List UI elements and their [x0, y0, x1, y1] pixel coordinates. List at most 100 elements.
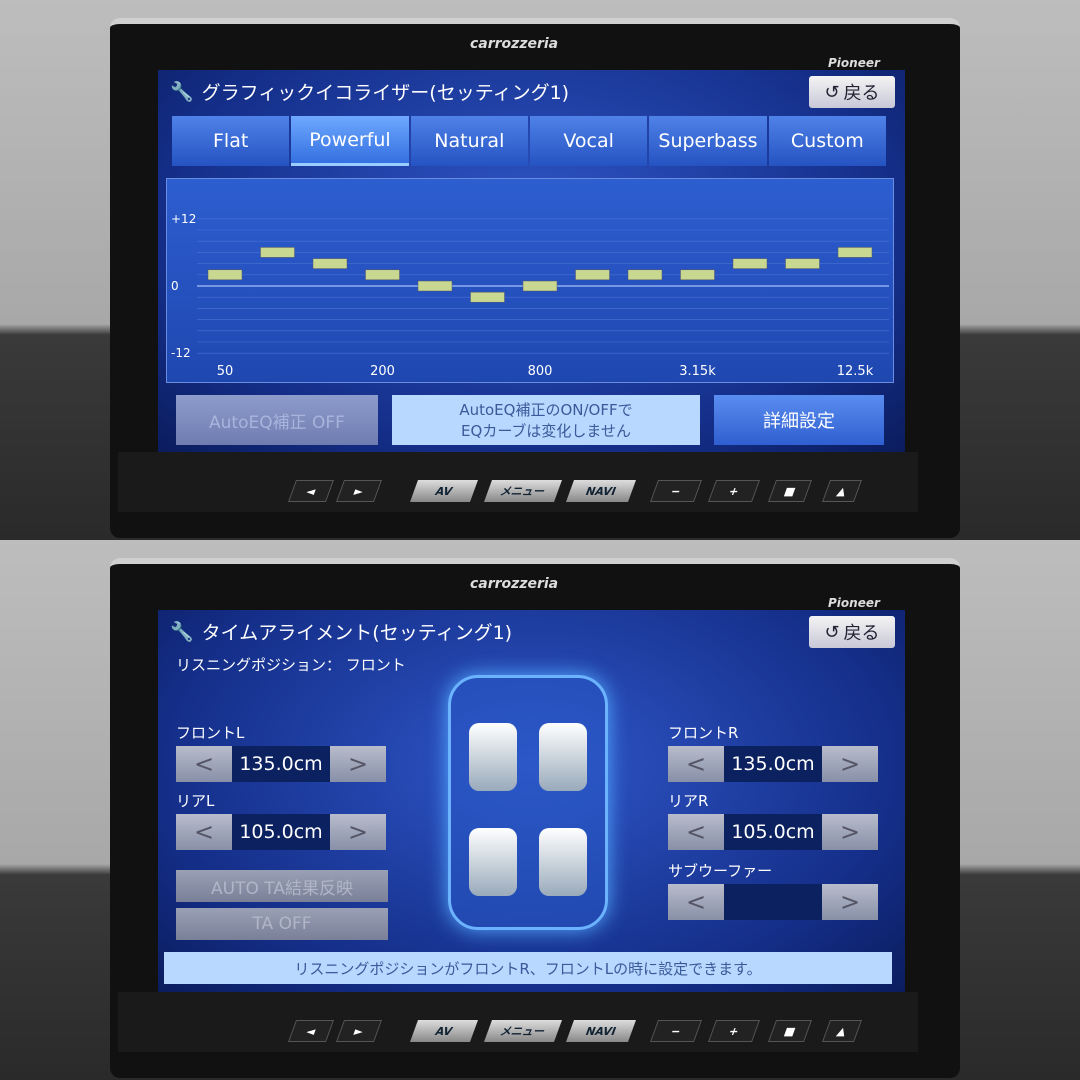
rear-r-label: リアR — [668, 792, 709, 810]
ta-screen: 🔧 タイムアライメント(セッティング1) ↺ 戻る リスニングポジション： フロント… — [158, 610, 905, 995]
value: 105.0cm — [724, 814, 822, 850]
navi-button[interactable]: NAVI — [565, 480, 637, 502]
tab-powerful[interactable]: Powerful — [291, 116, 409, 166]
prev-button[interactable]: ◄ — [287, 1020, 335, 1042]
y-tick-label: -12 — [171, 346, 191, 360]
maker-logo: Pioneer — [828, 56, 880, 70]
x-tick-label: 3.15k — [679, 364, 716, 379]
seat-rear-right — [539, 828, 587, 896]
x-tick-label: 50 — [217, 364, 234, 379]
eq-band-50 — [207, 269, 243, 281]
av-button[interactable]: AV — [409, 1020, 479, 1042]
eq-band-800 — [522, 280, 558, 292]
eq-band-80 — [260, 247, 295, 258]
increase-button[interactable]: > — [330, 746, 386, 782]
eq-band-3.15k — [680, 269, 715, 281]
volume-up-button[interactable]: + — [707, 1020, 761, 1042]
front-r-stepper: <135.0cm > — [668, 746, 878, 782]
volume-down-button[interactable]: − — [649, 480, 703, 502]
increase-button[interactable]: > — [822, 746, 878, 782]
seat-front-right — [539, 723, 587, 791]
back-button[interactable]: ↺ 戻る — [809, 76, 895, 108]
eq-screen: 🔧 グラフィックイコライザー(セッティング1) ↺ 戻る Flat Powerful… — [158, 70, 905, 455]
eq-band-8k — [785, 258, 820, 269]
increase-button[interactable]: > — [822, 884, 878, 920]
note-bar: リスニングポジションがフロントR、フロントLの時に設定できます。 — [164, 952, 892, 984]
menu-button[interactable]: メニュー — [483, 480, 563, 502]
next-button[interactable]: ► — [335, 480, 383, 502]
decrease-button[interactable]: < — [668, 884, 724, 920]
back-label: 戻る — [843, 83, 880, 104]
eq-band-2k — [627, 269, 663, 281]
navi-button[interactable]: NAVI — [565, 1020, 637, 1042]
ta-photo: carrozzeria Pioneer 🔧 タイムアライメント(セッティング1) … — [0, 540, 1080, 1080]
auto-ta-button[interactable]: AUTO TA結果反映 — [176, 870, 388, 902]
back-arrow-icon: ↺ — [824, 81, 840, 103]
decrease-button[interactable]: < — [176, 746, 232, 782]
x-tick-label: 12.5k — [837, 364, 874, 379]
decrease-button[interactable]: < — [668, 746, 724, 782]
tab-natural[interactable]: Natural — [410, 116, 528, 166]
x-tick-label: 200 — [370, 364, 395, 379]
eq-band-125 — [312, 258, 348, 269]
info-box: AutoEQ補正のON/OFFで EQカーブは変化しません — [392, 395, 700, 445]
info-line-2: EQカーブは変化しません — [461, 422, 631, 440]
brand-logo: carrozzeria — [470, 36, 559, 52]
front-l-stepper: <135.0cm > — [176, 746, 386, 782]
increase-button[interactable]: > — [330, 814, 386, 850]
brand-logo: carrozzeria — [470, 576, 559, 592]
value: 135.0cm — [232, 746, 330, 782]
wrench-icon: 🔧 — [170, 81, 194, 103]
decrease-button[interactable]: < — [668, 814, 724, 850]
av-button[interactable]: AV — [409, 480, 479, 502]
tab-vocal[interactable]: Vocal — [529, 116, 648, 166]
maker-logo: Pioneer — [828, 596, 880, 610]
menu-button[interactable]: メニュー — [483, 1020, 563, 1042]
seat-front-left — [469, 723, 517, 791]
eq-band-500 — [470, 291, 505, 303]
rear-l-stepper: <105.0cm > — [176, 814, 386, 850]
seat-rear-left — [469, 828, 517, 896]
title-text: タイムアライメント(セッティング1) — [201, 622, 513, 644]
increase-button[interactable]: > — [822, 814, 878, 850]
volume-up-button[interactable]: + — [707, 480, 761, 502]
tab-flat[interactable]: Flat — [172, 116, 290, 166]
tab-custom[interactable]: Custom — [768, 116, 886, 166]
rear-l-label: リアL — [176, 792, 215, 810]
front-r-label: フロントR — [668, 724, 739, 742]
title-text: グラフィックイコライザー(セッティング1) — [201, 82, 570, 104]
detail-settings-button[interactable]: 詳細設定 — [714, 395, 884, 445]
next-button[interactable]: ► — [335, 1020, 383, 1042]
prev-button[interactable]: ◄ — [287, 480, 335, 502]
ta-off-button[interactable]: TA OFF — [176, 908, 388, 940]
eq-graph[interactable]: +12 0 -12 50 200 800 3.15k 12.5k — [166, 178, 894, 383]
eq-band-5k — [732, 258, 768, 269]
wrench-icon: 🔧 — [170, 621, 194, 643]
back-arrow-icon: ↺ — [824, 621, 840, 643]
rear-r-stepper: <105.0cm > — [668, 814, 878, 850]
value: 105.0cm — [232, 814, 330, 850]
auto-eq-button[interactable]: AutoEQ補正 OFF — [176, 395, 378, 445]
info-line-1: AutoEQ補正のON/OFFで — [459, 401, 633, 419]
subwoofer-label: サブウーファー — [668, 862, 773, 880]
back-label: 戻る — [843, 623, 880, 644]
preset-tabs: Flat Powerful Natural Vocal Superbass Cu… — [172, 116, 886, 166]
tab-superbass[interactable]: Superbass — [649, 116, 767, 166]
car-diagram — [448, 675, 608, 930]
listening-position: リスニングポジション： フロント — [176, 656, 406, 674]
decrease-button[interactable]: < — [176, 814, 232, 850]
eq-band-200 — [365, 269, 400, 281]
screen-title: 🔧 グラフィックイコライザー(セッティング1) — [170, 78, 569, 105]
y-tick-label: 0 — [171, 279, 179, 293]
y-tick-label: +12 — [171, 212, 196, 226]
screen-title: 🔧 タイムアライメント(セッティング1) — [170, 618, 512, 645]
volume-down-button[interactable]: − — [649, 1020, 703, 1042]
back-button[interactable]: ↺ 戻る — [809, 616, 895, 648]
eq-band-12.5k — [837, 247, 873, 258]
front-l-label: フロントL — [176, 724, 245, 742]
value — [724, 884, 822, 920]
eq-band-315 — [417, 280, 453, 292]
subwoofer-stepper: < > — [668, 884, 878, 920]
x-tick-label: 800 — [528, 364, 553, 379]
value: 135.0cm — [724, 746, 822, 782]
